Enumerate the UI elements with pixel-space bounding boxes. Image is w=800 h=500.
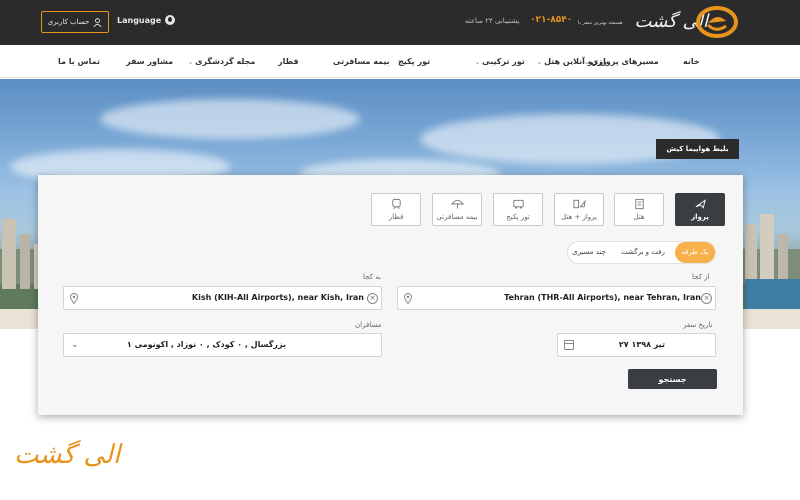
trip-one-way[interactable]: یک طرفه [675, 242, 715, 263]
trip-round-trip[interactable]: رفت و برگشت [613, 242, 673, 263]
passengers-label: مسافران [355, 321, 382, 329]
top-header: حساب کاربری Language پشتیبانی ۲۴ ساعته ۰… [0, 0, 800, 45]
tab-hotel[interactable]: هتل [614, 193, 664, 226]
support-text: پشتیبانی ۲۴ ساعته [465, 17, 520, 25]
nav-hotel-booking[interactable]: ⌄ رزرو آنلاین هتل [537, 57, 606, 66]
nav-travel-advisor[interactable]: مشاور سفر [126, 57, 173, 66]
account-button-label: حساب کاربری [47, 18, 90, 26]
nav-contact[interactable]: تماس با ما [58, 57, 100, 66]
watermark-logo: الی گشت [14, 440, 121, 470]
language-switcher[interactable]: Language [117, 15, 176, 25]
airplane-icon [695, 199, 706, 209]
travel-date-input[interactable]: ۲۷ تیر ۱۳۹۸ [557, 333, 716, 357]
nav-magazine[interactable]: ⌄ مجله گردشگری [188, 57, 255, 66]
tab-flight[interactable]: پرواز [675, 193, 725, 226]
location-pin-icon [70, 293, 78, 304]
destination-value: Kish (KIH-All Airports), near Kish, Iran [191, 293, 364, 302]
language-label: Language [117, 15, 162, 25]
hotel-icon [634, 198, 644, 210]
tab-package-tour[interactable]: تور پکیج [493, 193, 543, 226]
brand-tagline: همیشه بهترین سفر با [578, 20, 623, 26]
tab-train[interactable]: قطار [371, 193, 421, 226]
brand-logo-icon[interactable] [696, 6, 738, 38]
search-panel: پرواز هتل پرواز + هتل تور پکیج بیمه مساف… [38, 175, 743, 415]
umbrella-icon [450, 199, 464, 209]
main-nav: خانه ⌄ مسیرهای پروازی ⌄ رزرو آنلاین هتل … [0, 45, 800, 78]
origin-value: Tehran (THR-All Airports), near Tehran, … [504, 293, 701, 302]
chevron-down-icon: ⌄ [71, 340, 79, 350]
nav-home[interactable]: خانه [683, 57, 700, 66]
trip-multi-city[interactable]: چند مسیری [570, 242, 608, 263]
nav-package-tour[interactable]: تور پکیج [398, 57, 430, 66]
promo-badge[interactable]: بلیط هواپیما کیش [656, 139, 739, 159]
to-label: به کجا [363, 273, 381, 281]
bus-icon [512, 199, 524, 209]
globe-icon [165, 15, 176, 25]
user-icon [93, 17, 102, 27]
tab-travel-insurance[interactable]: بیمه مسافرتی [432, 193, 482, 226]
support-phone[interactable]: ۰۲۱-۸۵۴۰ [530, 15, 572, 25]
location-pin-icon [404, 293, 412, 304]
date-label: تاریخ سفر [683, 321, 713, 329]
passengers-select[interactable]: ⌄ ۱ بزرگسال , ۰ کودک , ۰ نوزاد , اکونومی [63, 333, 382, 357]
nav-train[interactable]: قطار [278, 57, 299, 66]
flight-hotel-icon [572, 199, 586, 209]
nav-combo-tour[interactable]: ⌄ تور ترکیبی [475, 57, 525, 66]
clear-origin-icon[interactable]: × [701, 293, 712, 304]
tab-flight-hotel[interactable]: پرواز + هتل [554, 193, 604, 226]
trip-type-toggle: چند مسیری رفت و برگشت یک طرفه [567, 241, 716, 264]
calendar-icon [564, 340, 574, 350]
travel-date-value: ۲۷ تیر ۱۳۹۸ [618, 340, 665, 349]
train-icon [391, 198, 401, 209]
search-button[interactable]: جستجو [628, 369, 717, 389]
from-label: از کجا [692, 273, 710, 281]
brand[interactable]: همیشه بهترین سفر با الی گشت [578, 9, 708, 37]
passengers-value: ۱ بزرگسال , ۰ کودک , ۰ نوزاد , اکونومی [126, 340, 286, 349]
origin-input[interactable]: Tehran (THR-All Airports), near Tehran, … [397, 286, 716, 310]
nav-travel-insurance[interactable]: بیمه مسافرتی [333, 57, 390, 66]
destination-input[interactable]: Kish (KIH-All Airports), near Kish, Iran… [63, 286, 382, 310]
account-button[interactable]: حساب کاربری [41, 11, 109, 33]
clear-destination-icon[interactable]: × [367, 293, 378, 304]
